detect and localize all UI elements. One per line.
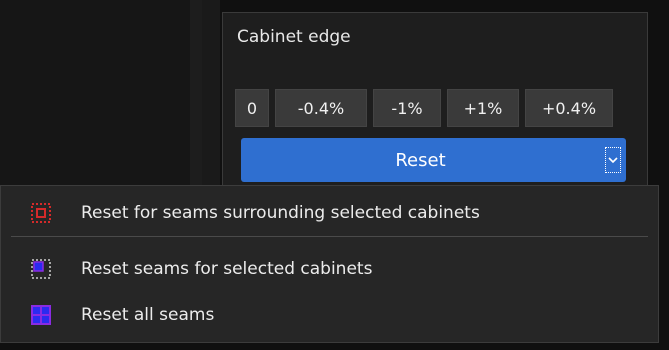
reset-dropdown-button[interactable]: [600, 138, 626, 182]
panel-gutter: [202, 0, 220, 185]
reset-split-button: Reset: [241, 138, 626, 182]
menu-item-reset-selected[interactable]: Reset seams for selected cabinets: [1, 246, 658, 292]
step-button-plus-1[interactable]: +1%: [447, 89, 519, 127]
cabinet-edge-panel: Cabinet edge 0 -0.4% -1% +1% +0.4% Reset: [222, 12, 648, 193]
step-button-0[interactable]: 0: [235, 89, 269, 127]
menu-separator: [11, 236, 648, 237]
seam-surround-icon: [31, 203, 51, 223]
reset-dropdown-menu: Reset for seams surrounding selected cab…: [0, 185, 659, 343]
chevron-down-icon: [605, 147, 621, 173]
step-button-minus-0-4[interactable]: -0.4%: [275, 89, 367, 127]
menu-item-label: Reset all seams: [81, 305, 215, 325]
step-button-minus-1[interactable]: -1%: [373, 89, 441, 127]
seam-selected-icon: [31, 259, 51, 279]
step-button-plus-0-4[interactable]: +0.4%: [525, 89, 613, 127]
menu-item-label: Reset seams for selected cabinets: [81, 259, 373, 279]
panel-title: Cabinet edge: [237, 27, 351, 47]
reset-button[interactable]: Reset: [241, 138, 600, 182]
seam-all-icon: [31, 305, 51, 325]
menu-item-reset-surrounding[interactable]: Reset for seams surrounding selected cab…: [1, 190, 658, 236]
menu-item-reset-all[interactable]: Reset all seams: [1, 292, 658, 338]
left-dark-area: [0, 0, 190, 185]
edge-step-buttons: 0 -0.4% -1% +1% +0.4%: [235, 89, 613, 127]
menu-item-label: Reset for seams surrounding selected cab…: [81, 203, 480, 223]
